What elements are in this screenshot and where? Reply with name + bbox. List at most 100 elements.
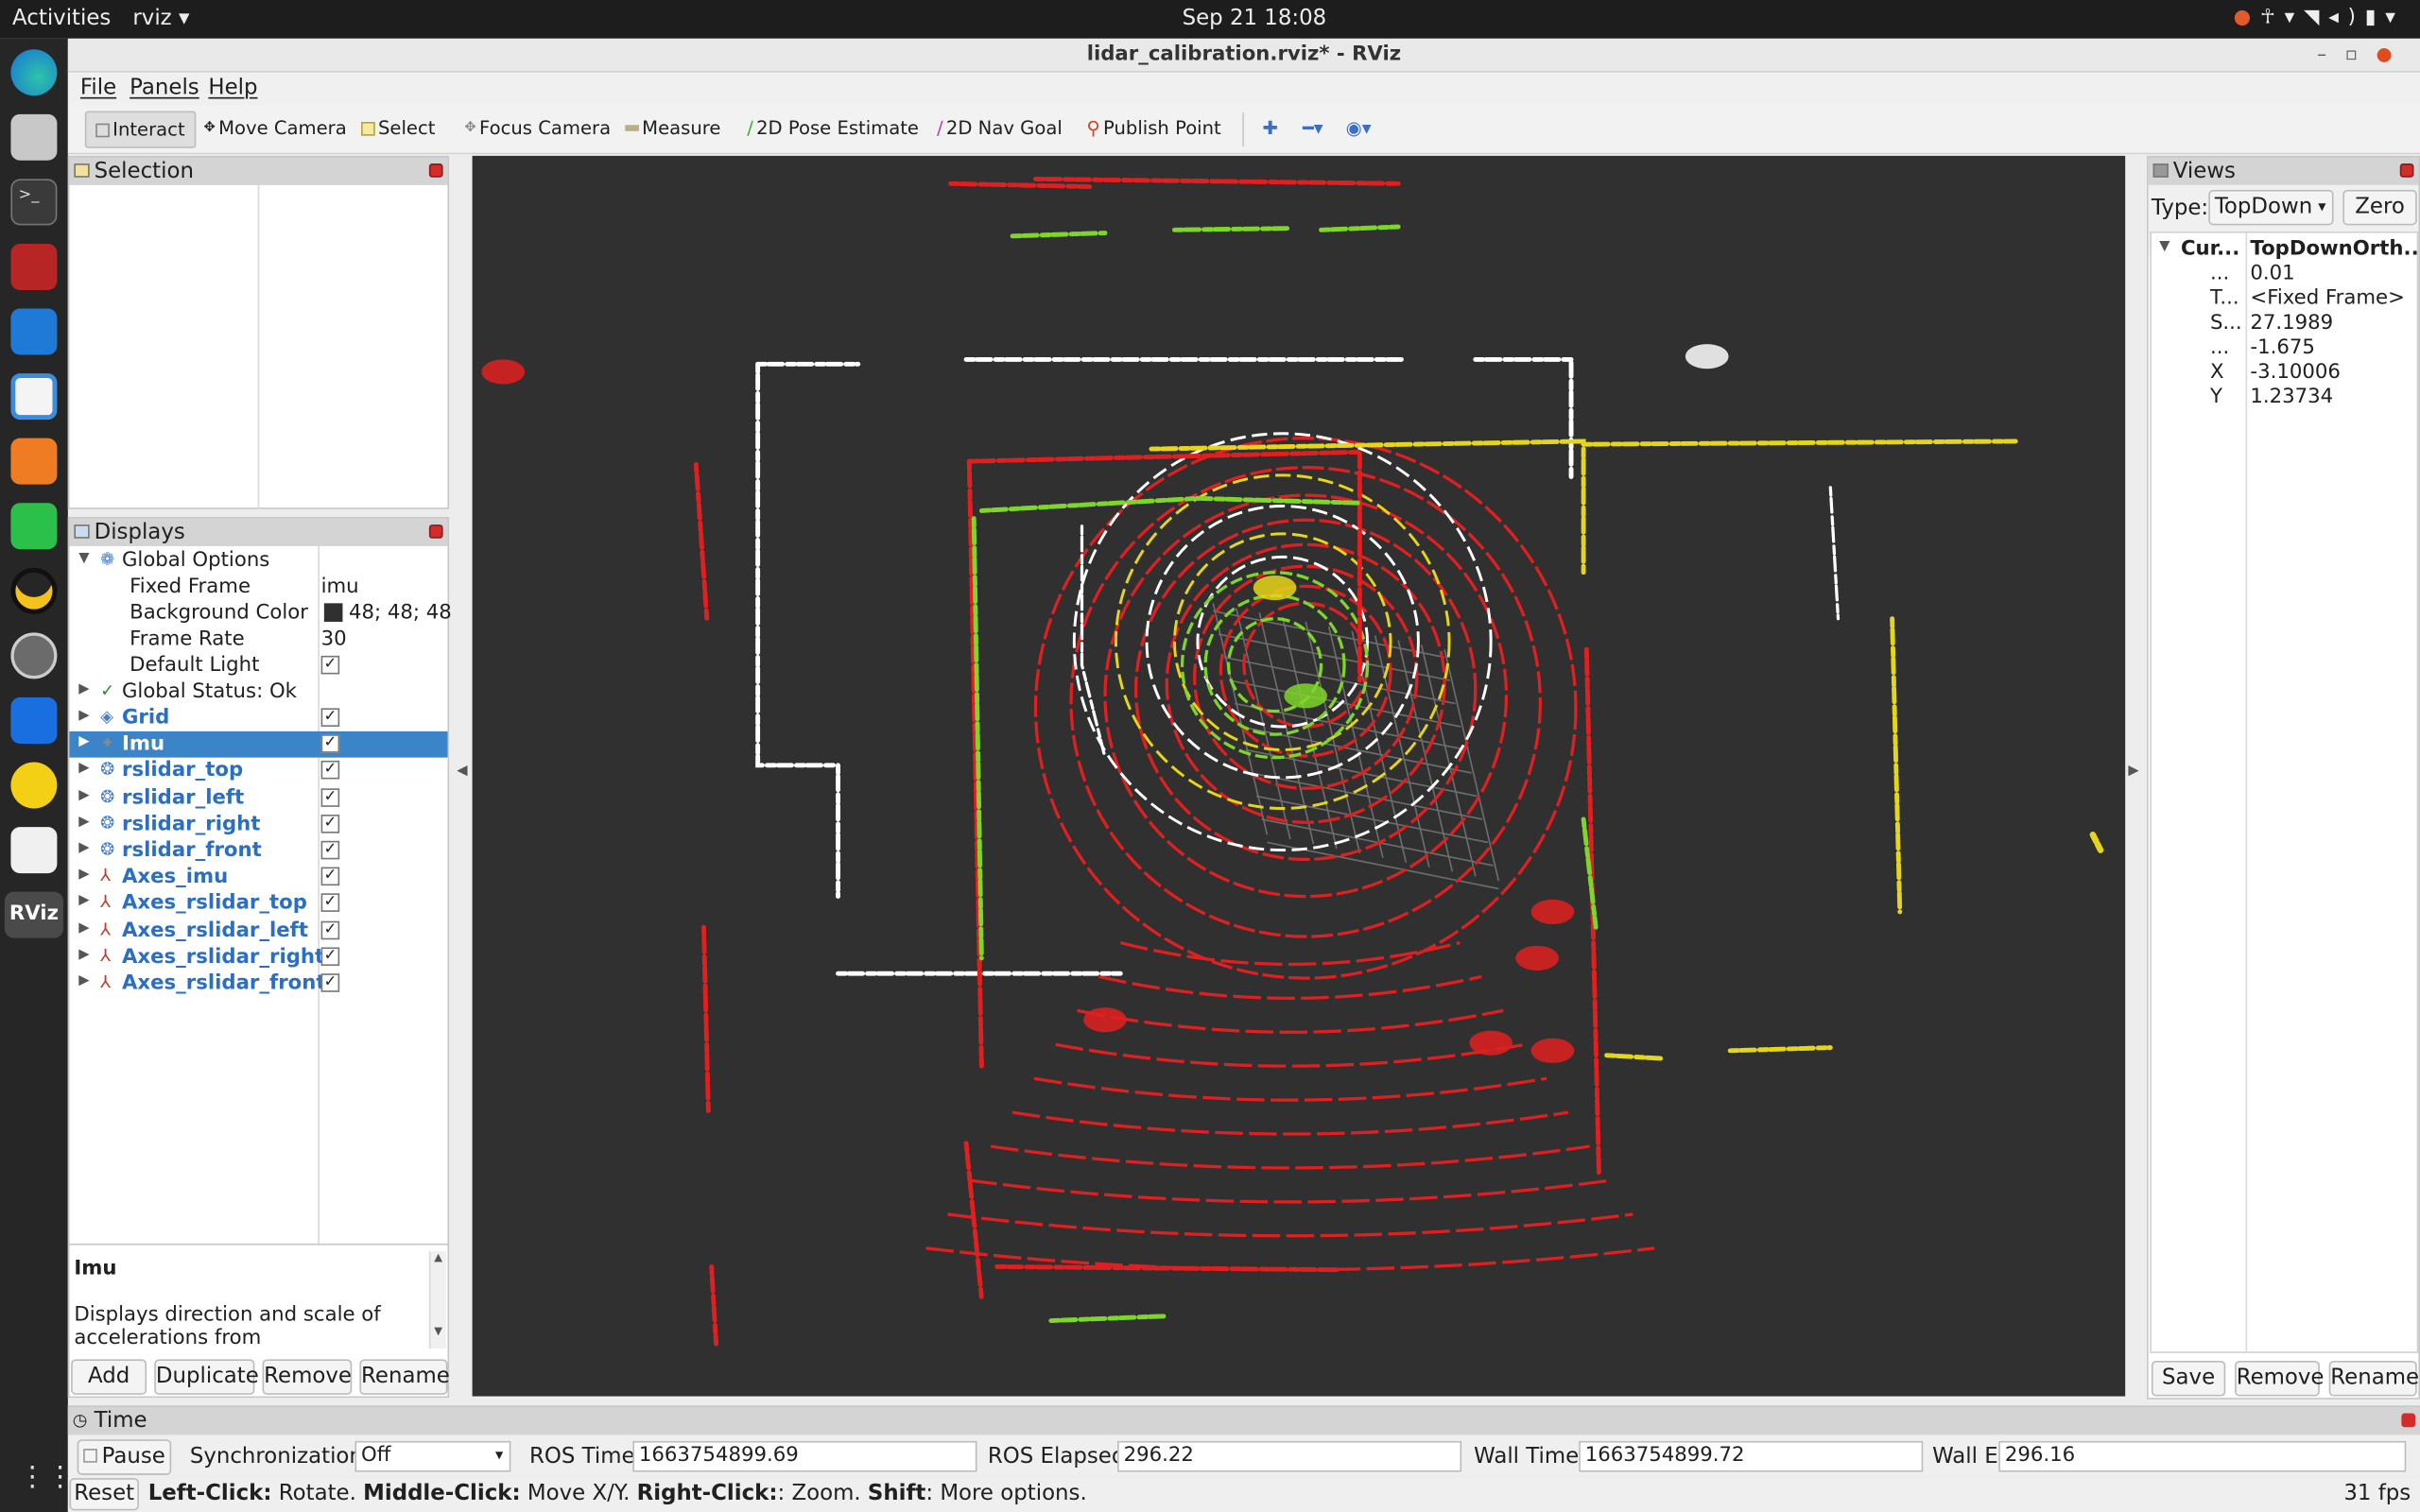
collapse-right-dock-icon[interactable]: ▶ <box>2128 764 2138 779</box>
interact-tool[interactable]: Interact <box>84 111 197 148</box>
display-item-imu[interactable]: ▶ ✦ Imu ✓ <box>69 731 448 758</box>
display-enabled-checkbox[interactable]: ✓ <box>320 708 340 727</box>
ros-elapsed-field[interactable]: 296.22 <box>1117 1440 1462 1472</box>
save-view-button[interactable]: Save <box>2151 1361 2226 1397</box>
clock[interactable]: Sep 21 18:08 <box>1183 7 1327 31</box>
wall-elapsed-field[interactable]: 296.16 <box>1998 1440 2407 1472</box>
menu-file[interactable]: File <box>80 76 116 100</box>
collapse-arrow-icon[interactable]: ▼ <box>78 551 89 566</box>
fixed-frame-row[interactable]: Fixed Frame imu <box>69 574 447 600</box>
publish-point-tool[interactable]: ⚲ Publish Point <box>1086 117 1220 139</box>
expand-arrow-icon[interactable]: ▶ <box>78 894 89 909</box>
accessibility-icon[interactable]: ☥▾ <box>2260 7 2304 29</box>
maximize-icon[interactable]: ▫ <box>2345 43 2377 65</box>
3d-render-viewport[interactable] <box>472 155 2126 1397</box>
display-item-axes-imu[interactable]: ▶ ⅄ Axes_imu ✓ <box>69 865 447 891</box>
minus-icon[interactable]: ━▾ <box>1303 117 1323 139</box>
background-color-value[interactable]: 48; 48; 48 <box>349 602 452 625</box>
wechat-icon[interactable] <box>10 503 58 550</box>
system-monitor-icon[interactable] <box>10 243 58 290</box>
default-light-checkbox[interactable]: ✓ <box>320 655 340 675</box>
wall-time-field[interactable]: 1663754899.72 <box>1579 1440 1924 1472</box>
display-enabled-checkbox[interactable]: ✓ <box>320 920 340 939</box>
qq-icon[interactable] <box>10 567 58 614</box>
display-item-axes-rslidar-front[interactable]: ▶ ⅄ Axes_rslidar_front ✓ <box>69 971 447 997</box>
view-type-dropdown[interactable]: TopDown ▾ <box>2208 189 2334 226</box>
activities-button[interactable]: Activities <box>12 7 111 31</box>
terminal-icon[interactable]: >_ <box>10 179 58 226</box>
expand-arrow-icon[interactable]: ▶ <box>78 868 89 883</box>
display-item-axes-rslidar-top[interactable]: ▶ ⅄ Axes_rslidar_top ✓ <box>69 891 447 918</box>
frame-rate-row[interactable]: Frame Rate 30 <box>69 627 447 653</box>
display-enabled-checkbox[interactable]: ✓ <box>320 761 340 781</box>
rviz-icon[interactable]: RViz <box>4 891 63 938</box>
wps-icon[interactable] <box>10 438 58 485</box>
view-property-value[interactable]: -3.10006 <box>2250 361 2340 384</box>
pause-button[interactable]: Pause <box>77 1439 172 1475</box>
show-applications-icon[interactable]: ⋮⋮ <box>19 1461 75 1493</box>
display-item-axes-rslidar-right[interactable]: ▶ ⅄ Axes_rslidar_right ✓ <box>69 944 447 971</box>
background-color-row[interactable]: Background Color 48; 48; 48 <box>69 600 452 627</box>
remove-display-button[interactable]: Remove <box>262 1359 353 1395</box>
rename-view-button[interactable]: Rename <box>2328 1361 2419 1397</box>
view-property-row[interactable]: X -3.10006 <box>2152 359 2417 386</box>
view-property-row[interactable]: S... 27.1989 <box>2152 310 2417 336</box>
expand-arrow-icon[interactable]: ▶ <box>78 734 89 749</box>
minimize-icon[interactable]: – <box>2317 43 2344 65</box>
remove-view-button[interactable]: Remove <box>2235 1361 2324 1397</box>
reset-button[interactable]: Reset <box>69 1478 139 1511</box>
view-property-row[interactable]: ... -1.675 <box>2152 335 2417 361</box>
display-item-rslidar-front[interactable]: ▶ ❂ rslidar_front ✓ <box>69 838 447 865</box>
display-enabled-checkbox[interactable]: ✓ <box>320 973 340 992</box>
display-enabled-checkbox[interactable]: ✓ <box>320 814 340 833</box>
view-property-value[interactable]: 1.23734 <box>2250 386 2333 408</box>
close-panel-icon[interactable] <box>428 524 443 539</box>
display-enabled-checkbox[interactable]: ✓ <box>320 734 340 754</box>
view-property-value[interactable]: 27.1989 <box>2250 312 2333 335</box>
view-property-value[interactable]: 0.01 <box>2250 263 2294 285</box>
frame-rate-value[interactable]: 30 <box>321 627 347 650</box>
collapse-arrow-icon[interactable]: ▼ <box>2159 239 2169 254</box>
close-panel-icon[interactable] <box>2399 163 2414 178</box>
focus-camera-tool[interactable]: ✥ Focus Camera <box>464 117 611 139</box>
text-editor-icon[interactable] <box>10 827 58 874</box>
default-light-row[interactable]: Default Light ✓ <box>69 653 447 679</box>
display-item-rslidar-left[interactable]: ▶ ❂ rslidar_left ✓ <box>69 784 447 811</box>
display-enabled-checkbox[interactable]: ✓ <box>320 787 340 807</box>
close-panel-icon[interactable] <box>2401 1413 2416 1428</box>
expand-arrow-icon[interactable]: ▶ <box>78 762 89 777</box>
expand-arrow-icon[interactable]: ▶ <box>78 788 89 803</box>
edge-browser-icon[interactable] <box>10 49 58 96</box>
notification-icon[interactable]: ● <box>2234 7 2260 29</box>
ros-time-field[interactable]: 1663754899.69 <box>632 1440 977 1472</box>
expand-arrow-icon[interactable]: ▶ <box>78 920 89 936</box>
expand-arrow-icon[interactable]: ▶ <box>78 841 89 856</box>
files-icon[interactable] <box>10 113 58 161</box>
expand-arrow-icon[interactable]: ▶ <box>78 815 89 830</box>
color-swatch[interactable] <box>323 603 343 622</box>
pose-estimate-tool[interactable]: ∕ 2D Pose Estimate <box>747 117 919 139</box>
system-tray[interactable]: ●☥▾◥◂)▮▾ <box>2234 7 2405 29</box>
eye-icon[interactable]: ◉▾ <box>1346 117 1372 139</box>
select-tool[interactable]: Select <box>361 117 435 139</box>
expand-arrow-icon[interactable]: ▶ <box>78 947 89 962</box>
close-panel-icon[interactable] <box>428 163 443 178</box>
close-icon[interactable]: ● <box>2376 43 2411 65</box>
display-enabled-checkbox[interactable]: ✓ <box>320 867 340 886</box>
rename-display-button[interactable]: Rename <box>359 1359 450 1395</box>
description-scrollbar[interactable]: ▲ ▼ <box>428 1251 446 1349</box>
collapse-left-dock-icon[interactable]: ◀ <box>457 764 467 779</box>
vscode-icon[interactable] <box>10 308 58 355</box>
display-item-axes-rslidar-left[interactable]: ▶ ⅄ Axes_rslidar_left ✓ <box>69 918 447 944</box>
expand-arrow-icon[interactable]: ▶ <box>78 682 89 697</box>
global-options-row[interactable]: ▼ ❁ Global Options <box>69 548 447 575</box>
software-updater-icon[interactable] <box>10 632 58 679</box>
view-property-row[interactable]: Y 1.23734 <box>2152 385 2417 411</box>
wifi-icon[interactable]: ◥ <box>2304 7 2328 29</box>
display-enabled-checkbox[interactable]: ✓ <box>320 840 340 860</box>
app-menu[interactable]: rviz ▾ <box>132 7 189 31</box>
display-item-rslidar-right[interactable]: ▶ ❂ rslidar_right ✓ <box>69 811 447 837</box>
display-enabled-checkbox[interactable]: ✓ <box>320 893 340 913</box>
sync-dropdown[interactable]: Off ▾ <box>354 1440 511 1472</box>
duplicate-display-button[interactable]: Duplicate <box>154 1359 259 1395</box>
